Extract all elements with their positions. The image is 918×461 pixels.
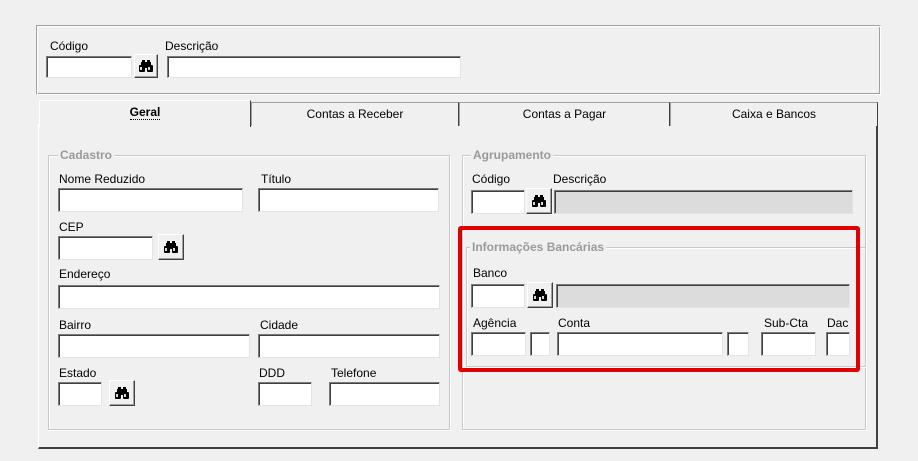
header-codigo-label: Código: [50, 39, 89, 53]
cadastro-title: Cadastro: [58, 148, 115, 162]
cep-label: CEP: [59, 220, 84, 234]
tab-contas-receber-label: Contas a Receber: [306, 107, 404, 121]
binoculars-icon: [163, 241, 179, 254]
binoculars-icon: [114, 387, 130, 400]
highlight-box: [458, 226, 860, 372]
tab-caixa-bancos-label: Caixa e Bancos: [731, 107, 817, 121]
binoculars-icon: [531, 195, 547, 208]
header-descricao-label: Descrição: [165, 39, 219, 53]
estado-input[interactable]: [58, 382, 102, 406]
nome-reduzido-label: Nome Reduzido: [59, 172, 146, 186]
agrupamento-lookup-button[interactable]: [526, 188, 552, 214]
tab-contas-pagar[interactable]: Contas a Pagar: [459, 102, 670, 126]
header-descricao-input[interactable]: [167, 56, 461, 78]
nome-reduzido-input[interactable]: [58, 188, 243, 212]
endereco-input[interactable]: [58, 285, 440, 309]
estado-label: Estado: [59, 366, 97, 380]
tab-geral[interactable]: Geral: [39, 100, 251, 127]
cep-lookup-button[interactable]: [158, 234, 184, 260]
tab-geral-label: Geral: [129, 105, 161, 120]
estado-lookup-button[interactable]: [109, 380, 135, 406]
header-codigo-lookup-button[interactable]: [134, 54, 158, 78]
titulo-label: Título: [261, 172, 292, 186]
tab-contas-receber[interactable]: Contas a Receber: [251, 102, 459, 126]
header-codigo-input[interactable]: [46, 56, 132, 78]
cep-input[interactable]: [58, 236, 153, 260]
cidade-label: Cidade: [260, 318, 299, 332]
agrupamento-descricao-input: [554, 190, 853, 214]
tab-contas-pagar-label: Contas a Pagar: [522, 107, 607, 121]
tab-caixa-bancos[interactable]: Caixa e Bancos: [670, 102, 878, 126]
telefone-label: Telefone: [331, 366, 377, 380]
titulo-input[interactable]: [258, 188, 439, 212]
endereco-label: Endereço: [59, 267, 111, 281]
telefone-input[interactable]: [329, 382, 440, 406]
cidade-input[interactable]: [258, 334, 440, 358]
ddd-input[interactable]: [258, 382, 312, 406]
binoculars-icon: [138, 60, 154, 73]
agrupamento-codigo-input[interactable]: [471, 190, 525, 214]
ddd-label: DDD: [259, 366, 285, 380]
agrupamento-title: Agrupamento: [471, 148, 553, 162]
bairro-input[interactable]: [58, 334, 250, 358]
agrupamento-codigo-label: Código: [472, 172, 511, 186]
bairro-label: Bairro: [59, 318, 92, 332]
agrupamento-descricao-label: Descrição: [553, 172, 607, 186]
